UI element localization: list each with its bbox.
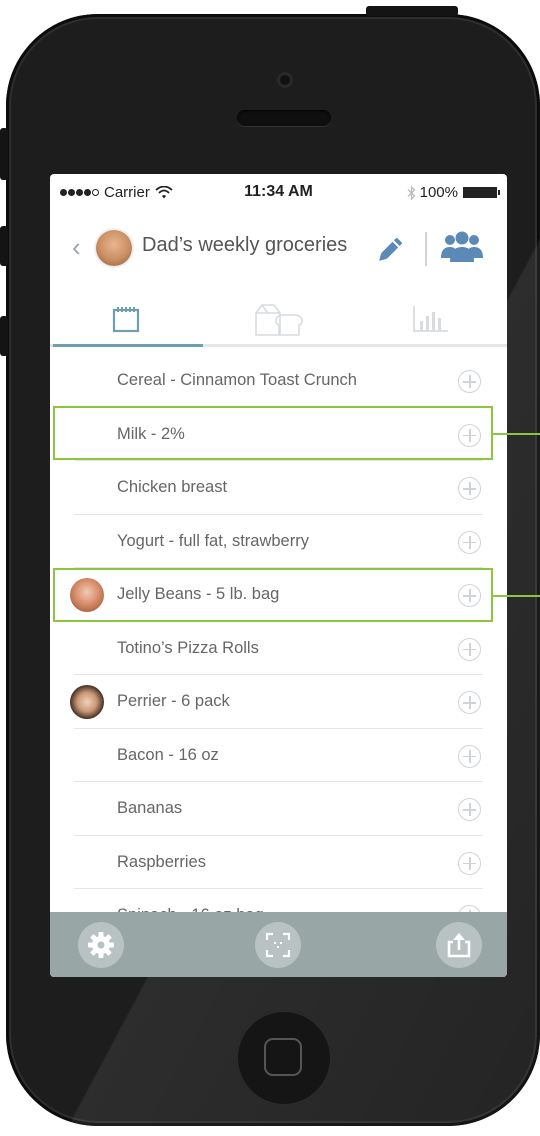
- battery-indicator: 100%: [407, 184, 500, 201]
- earpiece-speaker: [237, 110, 331, 126]
- grocery-list: Cereal - Cinnamon Toast Crunch Milk - 2%…: [50, 354, 507, 914]
- list-item[interactable]: Totino’s Pizza Rolls: [50, 622, 507, 676]
- avatar: [70, 685, 104, 719]
- list-item[interactable]: Milk - 2%: [50, 408, 507, 462]
- callout-line-jelly-beans: [493, 595, 540, 597]
- add-circle-icon[interactable]: [458, 637, 481, 661]
- item-label: Bananas: [117, 799, 183, 817]
- tab-stats[interactable]: [355, 294, 507, 344]
- list-item[interactable]: Raspberries: [50, 836, 507, 890]
- nav-divider: [425, 232, 427, 266]
- bluetooth-icon: [407, 185, 416, 200]
- back-chevron-icon[interactable]: ‹: [72, 234, 81, 260]
- list-item[interactable]: Spinach - 16 oz bag: [50, 889, 507, 914]
- item-label: Totino’s Pizza Rolls: [117, 638, 259, 657]
- share-icon: [447, 933, 471, 958]
- item-label: Milk - 2%: [117, 424, 185, 443]
- scan-icon: [265, 932, 291, 958]
- app-screen: Carrier 11:34 AM 100% ‹ Dad’s weekly gro…: [50, 174, 507, 977]
- list-item[interactable]: Perrier - 6 pack: [50, 675, 507, 729]
- item-label: Jelly Beans - 5 lb. bag: [117, 585, 280, 603]
- volume-up-button: [0, 226, 8, 266]
- scan-button[interactable]: [255, 922, 301, 968]
- battery-percent: 100%: [419, 184, 458, 201]
- add-circle-icon[interactable]: [458, 423, 481, 447]
- share-button[interactable]: [436, 922, 482, 968]
- item-label: Raspberries: [117, 852, 206, 871]
- list-item[interactable]: Chicken breast: [50, 461, 507, 515]
- home-button-square-icon: [264, 1038, 302, 1076]
- pencil-icon[interactable]: [372, 234, 406, 268]
- front-camera: [277, 72, 293, 88]
- list-item[interactable]: Yogurt - full fat, strawberry: [50, 515, 507, 569]
- settings-button[interactable]: [78, 922, 124, 968]
- bottom-toolbar: [50, 912, 507, 977]
- list-item[interactable]: Cereal - Cinnamon Toast Crunch: [50, 354, 507, 408]
- item-label: Chicken breast: [117, 478, 228, 496]
- volume-down-button: [0, 316, 8, 356]
- battery-icon: [463, 187, 500, 198]
- tab-underline: [50, 344, 507, 347]
- item-label: Yogurt - full fat, strawberry: [117, 531, 309, 550]
- add-circle-icon[interactable]: [458, 477, 481, 500]
- nav-bar: ‹ Dad’s weekly groceries: [50, 220, 507, 282]
- add-circle-icon[interactable]: [458, 744, 481, 768]
- add-circle-icon[interactable]: [458, 584, 481, 607]
- list-item[interactable]: Bacon - 16 oz: [50, 729, 507, 783]
- page-title: Dad’s weekly groceries: [142, 234, 348, 256]
- tab-list[interactable]: [50, 294, 202, 344]
- add-circle-icon[interactable]: [458, 691, 481, 714]
- add-circle-icon[interactable]: [458, 851, 481, 875]
- gear-icon: [88, 932, 114, 958]
- tab-bar: [50, 294, 507, 348]
- add-circle-icon[interactable]: [458, 370, 481, 393]
- add-circle-icon[interactable]: [458, 530, 481, 554]
- notepad-icon: [112, 307, 140, 333]
- bar-chart-icon: [413, 306, 448, 332]
- list-owner-avatar: [96, 230, 132, 266]
- add-circle-icon[interactable]: [458, 798, 481, 821]
- tab-active-indicator: [53, 344, 203, 347]
- tab-pantry[interactable]: [202, 294, 354, 344]
- item-label: Bacon - 16 oz: [117, 745, 219, 764]
- list-item[interactable]: Jelly Beans - 5 lb. bag: [50, 568, 507, 622]
- avatar: [70, 578, 104, 612]
- people-icon[interactable]: [440, 231, 484, 265]
- item-label: Perrier - 6 pack: [117, 692, 230, 710]
- status-bar: Carrier 11:34 AM 100%: [50, 174, 507, 210]
- carton-bread-icon: [255, 304, 303, 336]
- mute-switch: [0, 128, 8, 180]
- item-label: Cereal - Cinnamon Toast Crunch: [117, 371, 357, 389]
- power-button: [366, 6, 458, 16]
- callout-line-milk: [493, 433, 540, 435]
- home-button[interactable]: [236, 1010, 332, 1106]
- list-item[interactable]: Bananas: [50, 782, 507, 836]
